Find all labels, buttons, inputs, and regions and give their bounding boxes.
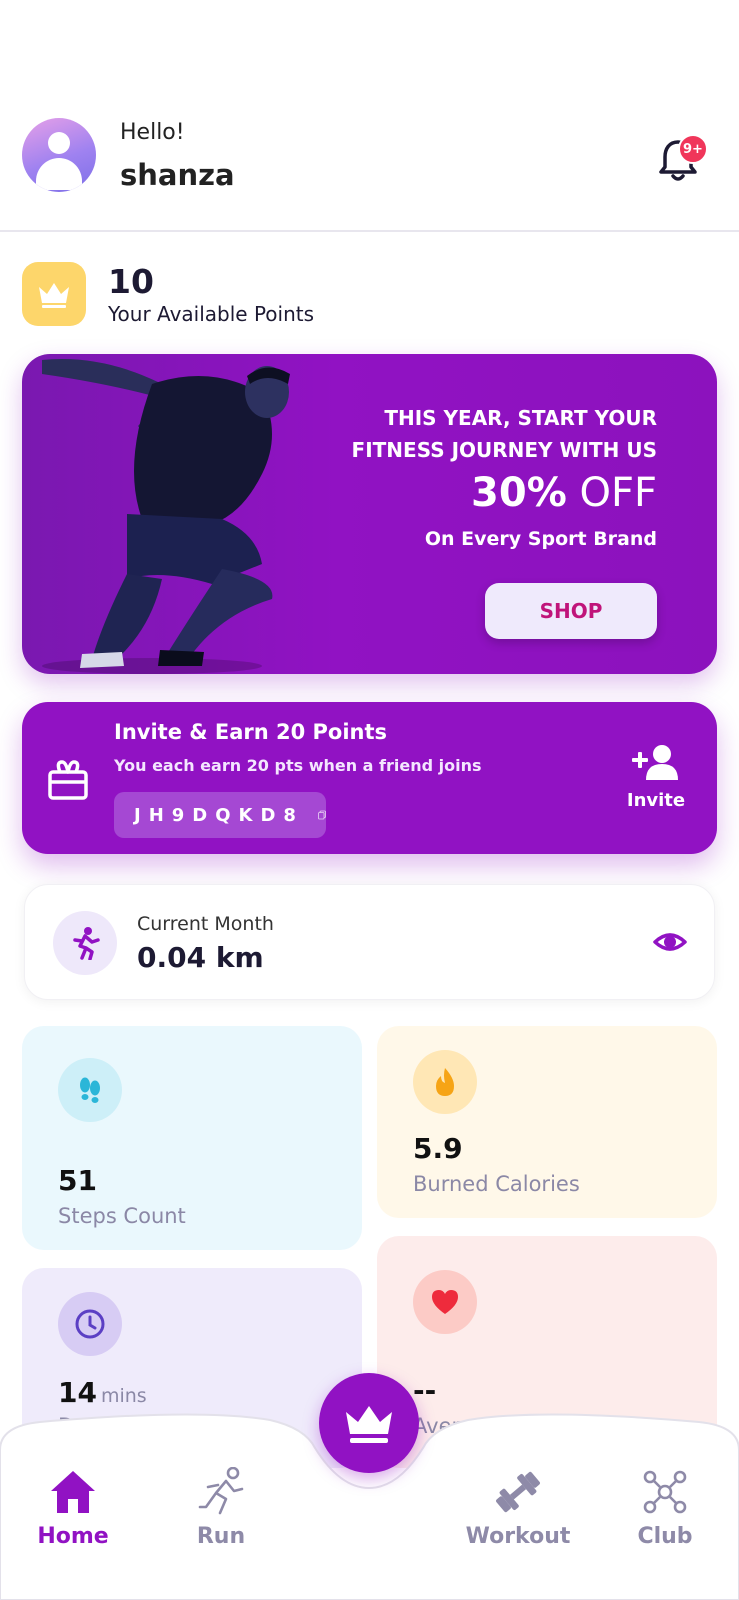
points-value: 10 [108, 262, 154, 301]
username-text: shanza [120, 158, 235, 192]
copy-icon[interactable] [318, 806, 326, 824]
steps-card[interactable]: 51 Steps Count [22, 1026, 362, 1250]
banner-headline-line2: FITNESS JOURNEY WITH US [351, 438, 657, 462]
crown-icon [346, 1406, 392, 1443]
steps-value: 51 [58, 1164, 97, 1197]
nav-workout-label: Workout [465, 1524, 571, 1549]
eye-icon[interactable] [653, 925, 687, 959]
fire-icon [413, 1050, 477, 1114]
calories-label: Burned Calories [413, 1172, 580, 1196]
promo-banner[interactable]: THIS YEAR, START YOUR FITNESS JOURNEY WI… [22, 354, 717, 674]
notification-badge: 9+ [678, 134, 708, 164]
add-user-icon [632, 745, 678, 780]
referral-code-box[interactable]: JH9DQKD8 [114, 792, 326, 838]
avatar[interactable] [22, 118, 96, 192]
running-person-icon [53, 911, 117, 975]
points-label: Your Available Points [108, 302, 315, 326]
notifications-button[interactable]: 9+ [658, 134, 718, 184]
invite-title: Invite & Earn 20 Points [114, 720, 388, 744]
gift-icon [48, 760, 88, 800]
month-label: Current Month [137, 913, 274, 935]
nav-run-label: Run [196, 1524, 246, 1549]
banner-discount: 30% OFF [471, 470, 657, 516]
invite-description: You each earn 20 pts when a friend joins [114, 756, 482, 775]
greeting-text: Hello! [120, 120, 185, 145]
nav-club[interactable]: Club [600, 1466, 730, 1549]
banner-headline: THIS YEAR, START YOUR FITNESS JOURNEY WI… [297, 402, 657, 466]
running-icon [195, 1466, 247, 1518]
invite-button[interactable]: Invite [616, 744, 696, 811]
referral-code: JH9DQKD8 [134, 804, 304, 826]
invite-card: Invite & Earn 20 Points You each earn 20… [22, 702, 717, 854]
month-distance-value: 0.04 km [137, 941, 264, 974]
banner-discount-text: OFF [579, 470, 658, 516]
points-crown-icon [22, 262, 86, 326]
nav-club-label: Club [637, 1524, 693, 1549]
shop-button[interactable]: SHOP [485, 583, 657, 639]
banner-headline-line1: THIS YEAR, START YOUR [384, 406, 657, 430]
clock-icon [58, 1292, 122, 1356]
dumbbell-icon [492, 1466, 544, 1518]
premium-crown-button[interactable] [319, 1373, 419, 1473]
heart-icon [413, 1270, 477, 1334]
banner-discount-value: 30% [471, 470, 567, 516]
calories-card[interactable]: 5.9 Burned Calories [377, 1026, 717, 1218]
nav-home-label: Home [37, 1524, 109, 1549]
current-month-card: Current Month 0.04 km [24, 884, 715, 1000]
steps-label: Steps Count [58, 1204, 186, 1228]
nav-run[interactable]: Run [156, 1466, 286, 1549]
nav-workout[interactable]: Workout [453, 1466, 583, 1549]
nav-home[interactable]: Home [8, 1466, 138, 1549]
banner-subtitle: On Every Sport Brand [424, 528, 657, 550]
network-icon [639, 1466, 691, 1518]
home-icon [47, 1466, 99, 1518]
invite-button-label: Invite [626, 790, 686, 811]
calories-value: 5.9 [413, 1132, 463, 1165]
footsteps-icon [58, 1058, 122, 1122]
app-header: Hello! shanza 9+ [0, 0, 739, 232]
